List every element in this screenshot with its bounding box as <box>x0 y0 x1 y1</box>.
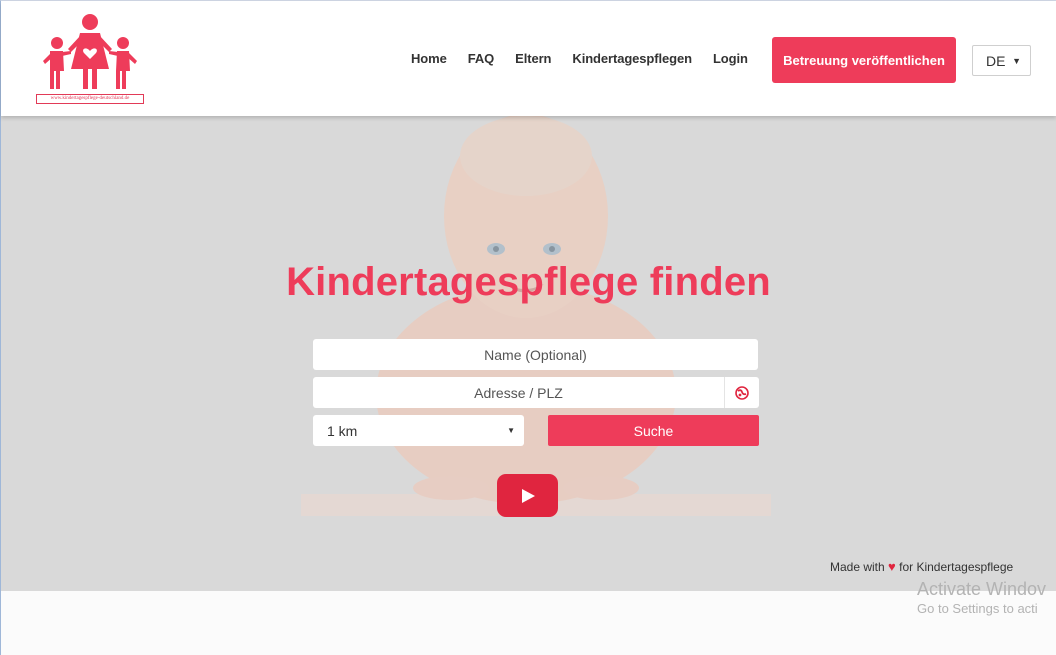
language-select[interactable]: DE ▼ <box>972 45 1031 76</box>
logo-caption: www.kindertagespflege-deutschland.de <box>36 94 144 104</box>
site-header: www.kindertagespflege-deutschland.de Hom… <box>1 1 1056 116</box>
chevron-down-icon: ▼ <box>1012 56 1021 66</box>
windows-activation-watermark: Activate Windov Go to Settings to acti <box>917 579 1046 616</box>
heart-icon: ♥ <box>888 559 896 574</box>
main-nav: Home FAQ Eltern Kindertagespflegen Login <box>411 49 769 69</box>
hero-baby-image <box>301 116 771 516</box>
locate-icon <box>735 385 749 400</box>
nav-login[interactable]: Login <box>713 49 748 69</box>
chevron-down-icon: ▼ <box>507 426 515 435</box>
made-with-prefix: Made with <box>830 560 885 574</box>
watermark-line-2: Go to Settings to acti <box>917 601 1038 616</box>
site-logo[interactable]: www.kindertagespflege-deutschland.de <box>35 13 145 105</box>
search-button[interactable]: Suche <box>548 415 759 446</box>
radius-value: 1 km <box>327 422 358 439</box>
nav-kindertagespflegen[interactable]: Kindertagespflegen <box>572 49 692 69</box>
logo-family-icon <box>43 14 137 89</box>
name-input[interactable]: Name (Optional) <box>313 339 758 370</box>
hero-section: Kindertagespflege finden Name (Optional)… <box>1 116 1056 591</box>
watermark-line-1: Activate Windov <box>917 579 1047 599</box>
made-with-suffix: for Kindertagespflege <box>899 560 1014 574</box>
play-icon <box>521 488 535 503</box>
radius-select[interactable]: 1 km ▼ <box>313 415 524 446</box>
language-value: DE <box>986 52 1006 69</box>
publish-care-button[interactable]: Betreuung veröffentlichen <box>772 37 956 83</box>
nav-eltern[interactable]: Eltern <box>515 49 551 69</box>
address-input[interactable]: Adresse / PLZ <box>313 377 724 408</box>
locate-button[interactable] <box>724 377 759 408</box>
hero-title: Kindertagespflege finden <box>286 260 771 304</box>
nav-home[interactable]: Home <box>411 49 447 69</box>
video-play-button[interactable] <box>497 474 558 517</box>
made-with-credit: Made with ♥ for Kindertagespflege <box>830 559 1013 574</box>
nav-faq[interactable]: FAQ <box>468 49 495 69</box>
